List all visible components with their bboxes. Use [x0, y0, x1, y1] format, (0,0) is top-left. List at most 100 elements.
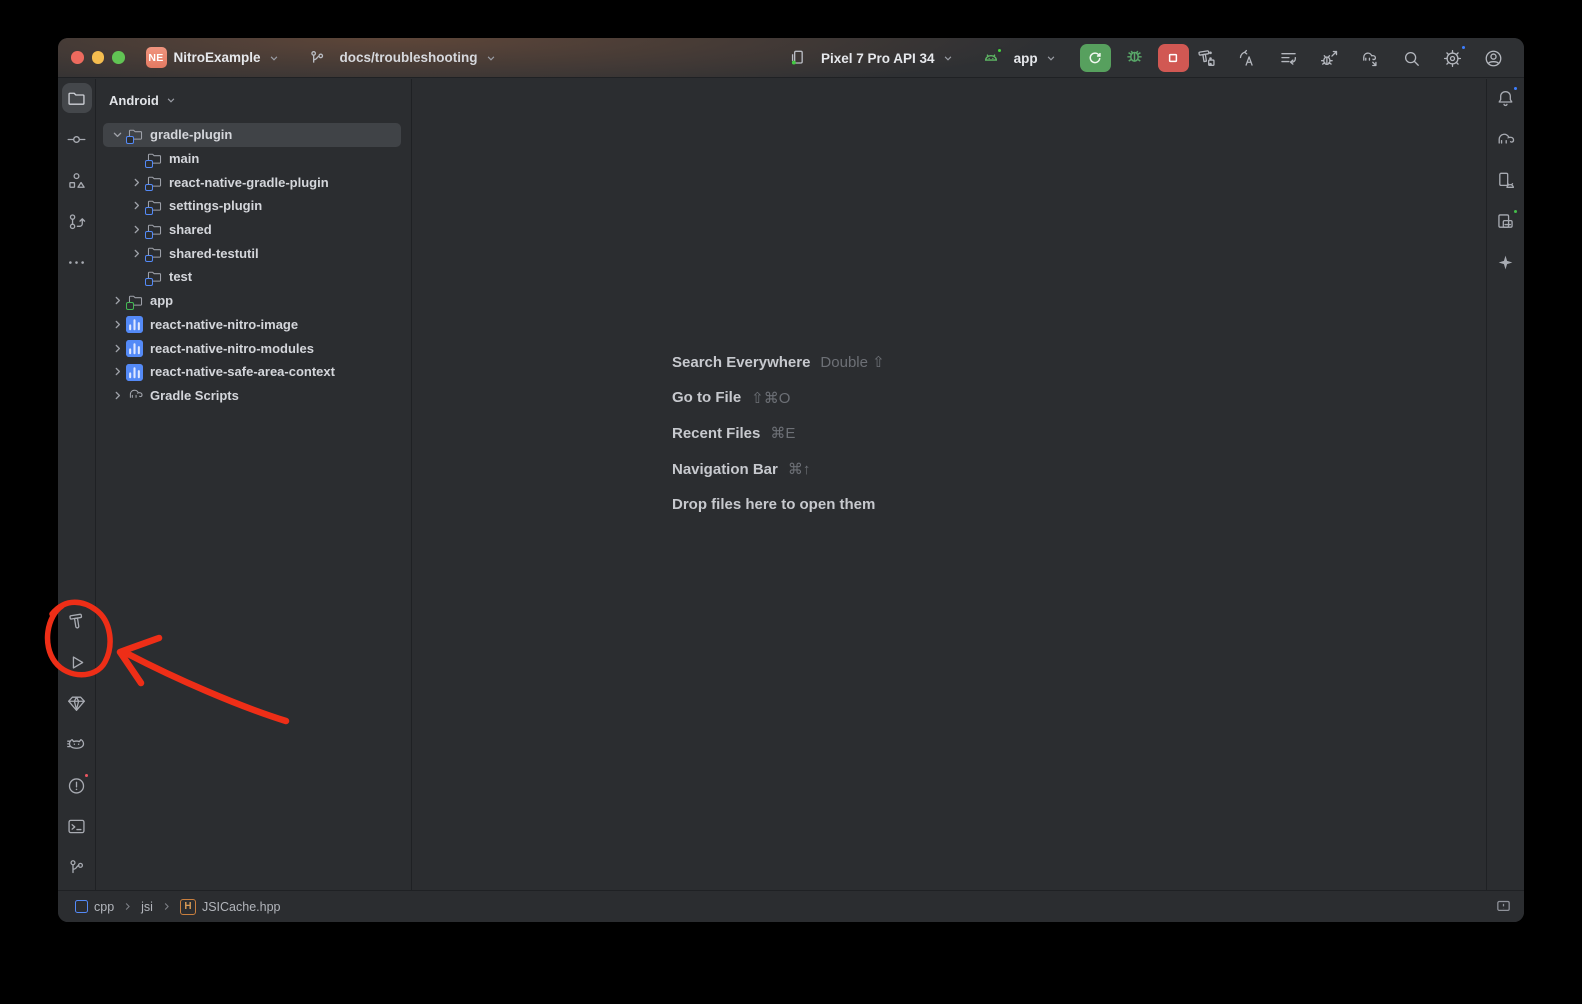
chevron-down-icon: [484, 51, 498, 65]
tree-item-shared-testutil[interactable]: shared-testutil: [103, 241, 401, 265]
gradle-tool-button[interactable]: [1491, 124, 1521, 154]
tree-chevron-icon[interactable]: [108, 127, 127, 143]
stop-button[interactable]: [1158, 44, 1189, 72]
project-selector[interactable]: NitroExample: [167, 50, 281, 65]
status-bar: cpp jsi HJSICache.hpp: [58, 890, 1524, 922]
tree-chevron-icon[interactable]: [127, 245, 146, 261]
tree-chevron-icon[interactable]: [108, 293, 127, 309]
tree-item-shared[interactable]: shared: [103, 218, 401, 242]
tree-item-settings-plugin[interactable]: settings-plugin: [103, 194, 401, 218]
terminal-tool-button[interactable]: [62, 811, 92, 841]
list-restore-icon: [1278, 48, 1299, 69]
project-view-selector[interactable]: Android: [109, 90, 411, 110]
rerun-button[interactable]: [1080, 44, 1111, 72]
tree-item-react-native-gradle-plugin[interactable]: react-native-gradle-plugin: [103, 170, 401, 194]
tree-chevron-icon[interactable]: [108, 364, 127, 380]
gradle-sync-button[interactable]: [1357, 45, 1383, 71]
notifications-panel-button[interactable]: [1495, 898, 1512, 915]
tree-chevron-icon[interactable]: [127, 198, 146, 214]
notifications-tool-button[interactable]: [1491, 83, 1521, 113]
gemini-ai-tool-button[interactable]: [1491, 247, 1521, 277]
device-manager-tool-button[interactable]: [1491, 165, 1521, 195]
run-config-selector[interactable]: app: [981, 48, 1058, 68]
build-tool-button[interactable]: [62, 606, 92, 636]
tree-item-react-native-nitro-image[interactable]: react-native-nitro-image: [103, 313, 401, 337]
app-quality-insights-tool-button[interactable]: [62, 688, 92, 718]
breadcrumb: cpp jsi HJSICache.hpp: [75, 899, 281, 915]
problems-tool-button[interactable]: [62, 770, 92, 800]
folder-module-icon: [146, 197, 165, 215]
commit-tool-button[interactable]: [62, 124, 92, 154]
chevron-down-icon: [1044, 51, 1058, 65]
badge-dot: [1512, 85, 1519, 92]
git-graph-icon: [66, 211, 87, 232]
search-everywhere-button[interactable]: [1398, 45, 1424, 71]
tree-item-test[interactable]: test: [103, 265, 401, 289]
running-devices-tool-button[interactable]: [1491, 206, 1521, 236]
build-hammer-box-icon: [1196, 48, 1217, 69]
tree-item-label: react-native-nitro-image: [150, 317, 298, 332]
editor-area: Search EverywhereDouble ⇧Go to File⇧⌘ORe…: [412, 79, 1486, 890]
tree-item-label: main: [169, 151, 199, 166]
notification-panel-icon: [1495, 898, 1512, 915]
device-name: Pixel 7 Pro API 34: [821, 51, 935, 66]
version-control-tool-button[interactable]: [62, 852, 92, 882]
header-file-icon: H: [180, 899, 196, 915]
android-icon: [981, 48, 1001, 68]
build-button[interactable]: [1193, 45, 1219, 71]
more-tool-windows-tool-button[interactable]: [62, 247, 92, 277]
zoom-button[interactable]: [112, 51, 125, 64]
folder-module-icon: [146, 268, 165, 286]
run-toolbar: Pixel 7 Pro API 34 app: [788, 38, 1223, 78]
shortcut-label: Go to File: [672, 389, 741, 406]
tree-item-gradle-plugin[interactable]: gradle-plugin: [103, 123, 401, 147]
device-selector[interactable]: Pixel 7 Pro API 34: [788, 48, 955, 68]
tree-chevron-icon[interactable]: [108, 387, 127, 403]
folder-module-icon: [146, 150, 165, 168]
structure-tool-button[interactable]: [62, 165, 92, 195]
attach-debugger-button[interactable]: [1316, 45, 1342, 71]
shortcut-hint-row: Drop files here to open them: [672, 495, 885, 515]
chevron-down-icon: [941, 51, 955, 65]
elephant-icon: [1495, 129, 1516, 150]
terminal-icon: [66, 816, 87, 837]
close-button[interactable]: [71, 51, 84, 64]
bug-arrow-icon: [1319, 48, 1340, 69]
pull-requests-tool-button[interactable]: [62, 206, 92, 236]
tree-item-react-native-nitro-modules[interactable]: react-native-nitro-modules: [103, 336, 401, 360]
code-with-ai-button[interactable]: [1234, 45, 1260, 71]
tree-chevron-icon[interactable]: [108, 340, 127, 356]
gradle-elephant-icon: [127, 386, 146, 404]
minimize-button[interactable]: [92, 51, 105, 64]
project-tree: gradle-plugin main react-native-gradle-plu…: [96, 123, 411, 407]
window-controls: [58, 51, 125, 64]
device-manager-icon: [1495, 170, 1516, 191]
project-tool-button[interactable]: [62, 83, 92, 113]
build-variants-button[interactable]: [1275, 45, 1301, 71]
folder-icon: [66, 88, 87, 109]
tree-item-main[interactable]: main: [103, 147, 401, 171]
tree-item-app[interactable]: app: [103, 289, 401, 313]
device-icon: [788, 48, 808, 68]
tree-chevron-icon[interactable]: [127, 174, 146, 190]
tree-chevron-icon[interactable]: [108, 316, 127, 332]
run-tool-button[interactable]: [62, 647, 92, 677]
project-icon: NE: [146, 47, 167, 68]
settings-button[interactable]: [1439, 45, 1465, 71]
breadcrumb-item[interactable]: jsi: [141, 900, 153, 914]
toolbar-right: [1193, 38, 1506, 78]
profile-button[interactable]: [1480, 45, 1506, 71]
breadcrumb-item[interactable]: cpp: [75, 900, 114, 914]
folder-module-icon: [146, 173, 165, 191]
breadcrumb-item[interactable]: HJSICache.hpp: [180, 899, 281, 915]
folder-module-icon: [146, 244, 165, 262]
tree-item-gradle-scripts[interactable]: Gradle Scripts: [103, 384, 401, 408]
branch-selector[interactable]: docs/troubleshooting: [307, 48, 498, 68]
folder-module-icon: [146, 221, 165, 239]
tree-item-label: gradle-plugin: [150, 127, 232, 142]
tree-chevron-icon[interactable]: [127, 222, 146, 238]
badge-dot: [1512, 208, 1519, 215]
debug-button[interactable]: [1124, 45, 1145, 71]
logcat-tool-button[interactable]: [62, 729, 92, 759]
tree-item-react-native-safe-area-context[interactable]: react-native-safe-area-context: [103, 360, 401, 384]
